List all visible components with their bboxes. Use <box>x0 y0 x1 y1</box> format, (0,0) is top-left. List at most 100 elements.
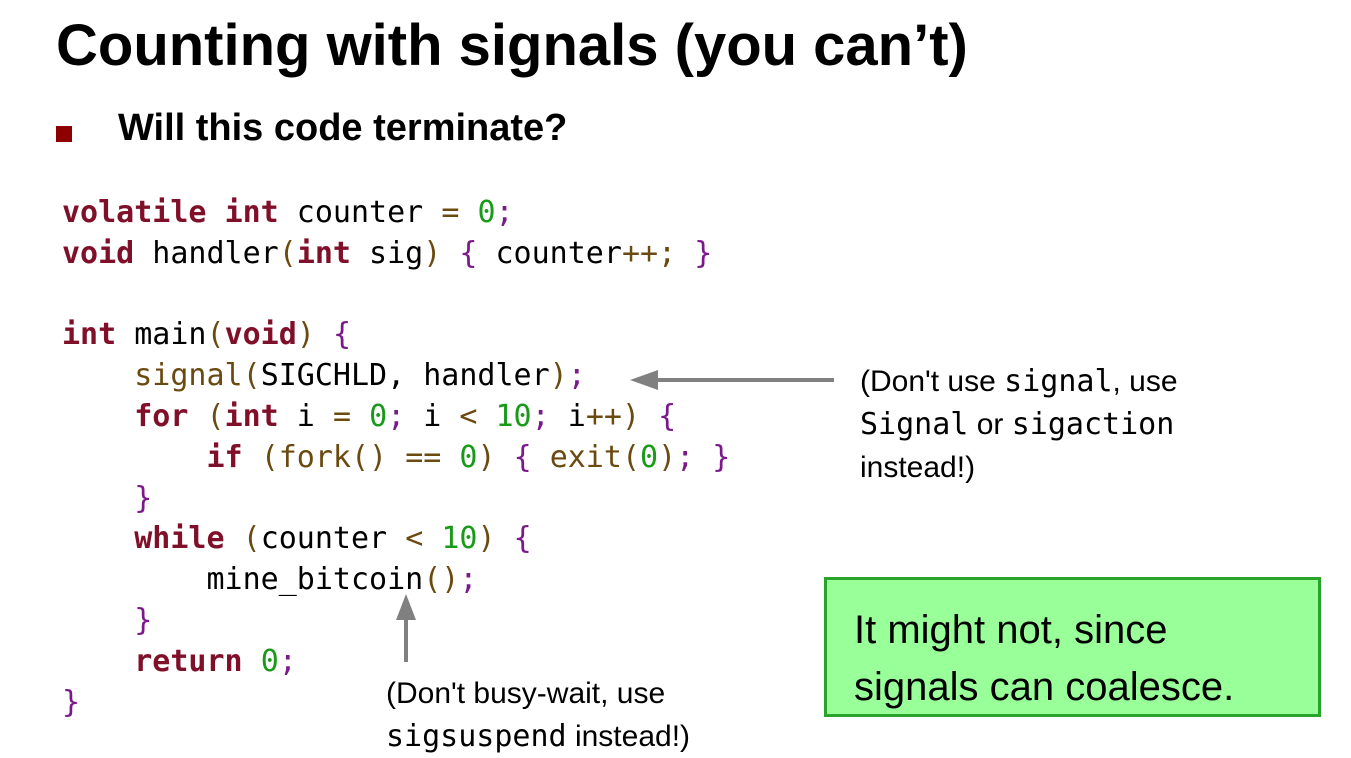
code-token: i <box>405 398 460 434</box>
code-token: 0 <box>640 439 659 475</box>
code-token: () <box>423 562 460 598</box>
code-line: for (int i = 0; i < 10; i++) { <box>62 397 730 438</box>
code-token: counter <box>477 235 622 271</box>
code-token: } <box>62 684 81 720</box>
code-token: { <box>513 439 532 475</box>
code-token: int <box>62 317 117 353</box>
code-token: main <box>116 317 207 353</box>
code-line: signal(SIGCHLD, handler); <box>62 356 730 397</box>
code-token: ; <box>278 643 297 679</box>
code-token: exit <box>549 439 622 475</box>
code-token: for <box>134 398 189 434</box>
code-token: ) <box>658 439 677 475</box>
code-block: volatile int counter = 0; void handler(in… <box>62 193 730 723</box>
code-token: void <box>62 235 135 271</box>
code-token: ; <box>676 439 695 475</box>
note-text: instead!) <box>860 451 976 484</box>
code-token: ( <box>206 398 225 434</box>
code-token: ; <box>567 358 586 394</box>
code-token: int <box>224 195 279 230</box>
note-code-signal: signal <box>1004 364 1113 399</box>
code-token: ; <box>387 398 406 434</box>
code-token: fork <box>278 439 351 475</box>
code-token: 0 <box>459 439 478 475</box>
code-token: < <box>405 521 424 557</box>
code-token: ++ <box>585 398 622 434</box>
code-token: { <box>332 317 351 353</box>
code-token: 0 <box>260 643 279 679</box>
code-token: int <box>224 398 279 434</box>
code-token: } <box>712 439 731 475</box>
code-token: ) <box>296 317 315 353</box>
code-token: volatile <box>62 195 207 230</box>
code-line: } <box>62 479 730 520</box>
code-token: ) <box>621 398 640 434</box>
code-token: = <box>332 398 351 434</box>
note-line: sigsuspend instead!) <box>386 715 690 758</box>
code-line: while (counter < 10) { <box>62 519 730 560</box>
note-line: Signal or sigaction <box>860 403 1178 446</box>
code-token: int <box>296 235 351 271</box>
code-token: ; <box>495 195 514 230</box>
note-dont-busy-wait: (Don't busy-wait, use sigsuspend instead… <box>386 672 690 758</box>
answer-line-1: It might not, since <box>854 608 1168 652</box>
code-line: int main(void) { <box>62 315 730 356</box>
code-token: mine_bitcoin <box>62 562 424 598</box>
note-text: or <box>968 408 1012 441</box>
slide-title: Counting with signals (you can’t) <box>56 13 968 78</box>
code-token: { <box>513 521 532 557</box>
code-token: ( <box>260 439 279 475</box>
code-token: if <box>206 439 243 475</box>
note-code-sigsuspend: sigsuspend <box>386 719 567 754</box>
bullet-square-icon <box>56 126 72 142</box>
note-text: , use <box>1112 365 1178 398</box>
note-code-sigaction: sigaction <box>1011 407 1175 442</box>
code-token: SIGCHLD, handler <box>260 358 550 394</box>
code-token: signal <box>134 358 243 394</box>
code-token: ) <box>423 235 442 271</box>
code-token: { <box>459 235 478 271</box>
code-token: { <box>658 398 677 434</box>
note-text: (Don't busy-wait, use <box>386 677 666 710</box>
code-line: if (fork() == 0) { exit(0); } <box>62 438 731 479</box>
code-token: 10 <box>441 521 478 557</box>
code-token: ) <box>477 439 496 475</box>
note-line: (Don't use signal, use <box>860 360 1178 403</box>
code-line: volatile int counter = 0; <box>62 193 730 234</box>
code-token: void <box>224 317 297 353</box>
code-token: counter <box>260 521 406 557</box>
code-token: ( <box>278 235 297 271</box>
answer-line-2: signals can coalesce. <box>854 665 1235 709</box>
code-token: < <box>459 398 478 434</box>
note-text: instead!) <box>566 720 691 753</box>
note-line: (Don't busy-wait, use <box>386 672 690 715</box>
code-token: ; <box>459 562 478 598</box>
code-token: handler <box>134 235 279 271</box>
code-token: counter <box>278 195 442 230</box>
code-token: ++; <box>621 235 677 271</box>
note-line: instead!) <box>860 446 1178 489</box>
code-token: sig <box>351 235 424 271</box>
code-token: ( <box>206 317 225 353</box>
code-line: } <box>62 601 730 642</box>
